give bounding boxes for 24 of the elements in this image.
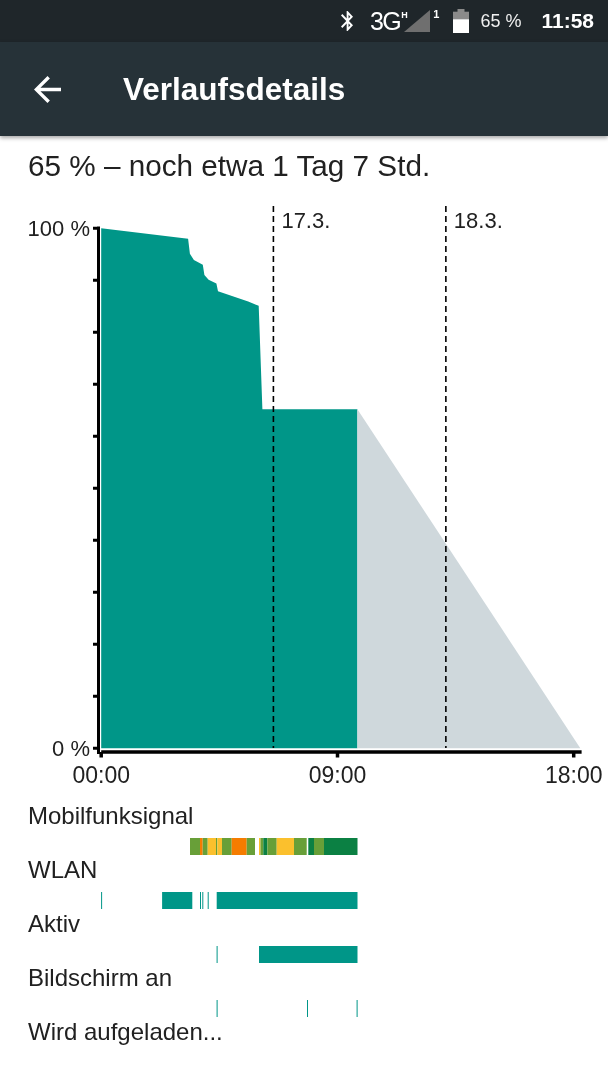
arrow-left-icon (34, 75, 61, 103)
y-axis-label: 0 % (52, 735, 90, 761)
timeline-label: Aktiv (27, 910, 80, 938)
x-axis-label: 09:00 (308, 762, 367, 788)
screen-title: Verlaufsdetails (123, 70, 346, 108)
timeline-label: WLAN (27, 856, 98, 884)
battery-percentage: 65 % (480, 10, 522, 32)
battery-estimate-text: 65 % – noch etwa 1 Tag 7 Std. (28, 149, 431, 183)
timeline-label: Wird aufgeladen... (27, 1018, 223, 1046)
date-label: 17.3. (281, 208, 331, 233)
network-type-label: 3G (369, 8, 401, 34)
x-axis-label: 18:00 (544, 762, 603, 788)
clock-time: 11:58 (541, 9, 594, 33)
battery-icon (453, 9, 470, 33)
timeline-label: Bildschirm an (27, 964, 173, 992)
x-axis-label: 00:00 (72, 762, 130, 788)
date-label: 18.3. (453, 208, 503, 233)
y-axis-label: 100 % (27, 215, 90, 241)
network-subtype-label: H (401, 11, 408, 20)
wifi-bar-segment (162, 892, 193, 909)
timeline-label: Mobilfunksignal (27, 802, 194, 830)
bluetooth-icon (340, 11, 353, 31)
signal-strength-icon (404, 10, 431, 32)
sim-slot-label: 1 (433, 9, 440, 19)
